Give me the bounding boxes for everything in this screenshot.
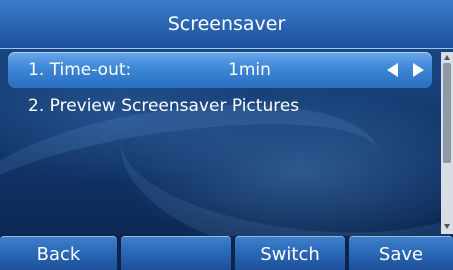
scrollbar-thumb[interactable] <box>443 63 451 163</box>
menu-item-timeout-label: 1. Time-out: <box>28 60 132 80</box>
save-button[interactable]: Save <box>349 236 453 270</box>
menu-item-preview-screensaver[interactable]: 2. Preview Screensaver Pictures <box>28 89 299 123</box>
timeout-value[interactable]: 1min <box>228 52 271 88</box>
arrow-left-icon[interactable] <box>387 63 398 77</box>
phone-screen: Screensaver 1. Time-out: 1min 2. Preview… <box>0 0 453 270</box>
switch-button[interactable]: Switch <box>235 236 345 270</box>
back-button[interactable]: Back <box>0 236 117 270</box>
page-title: Screensaver <box>167 13 286 35</box>
scroll-up-icon[interactable] <box>444 55 450 60</box>
arrow-right-icon[interactable] <box>413 63 424 77</box>
scroll-down-icon[interactable] <box>444 224 450 229</box>
softkey-empty[interactable] <box>121 236 231 270</box>
